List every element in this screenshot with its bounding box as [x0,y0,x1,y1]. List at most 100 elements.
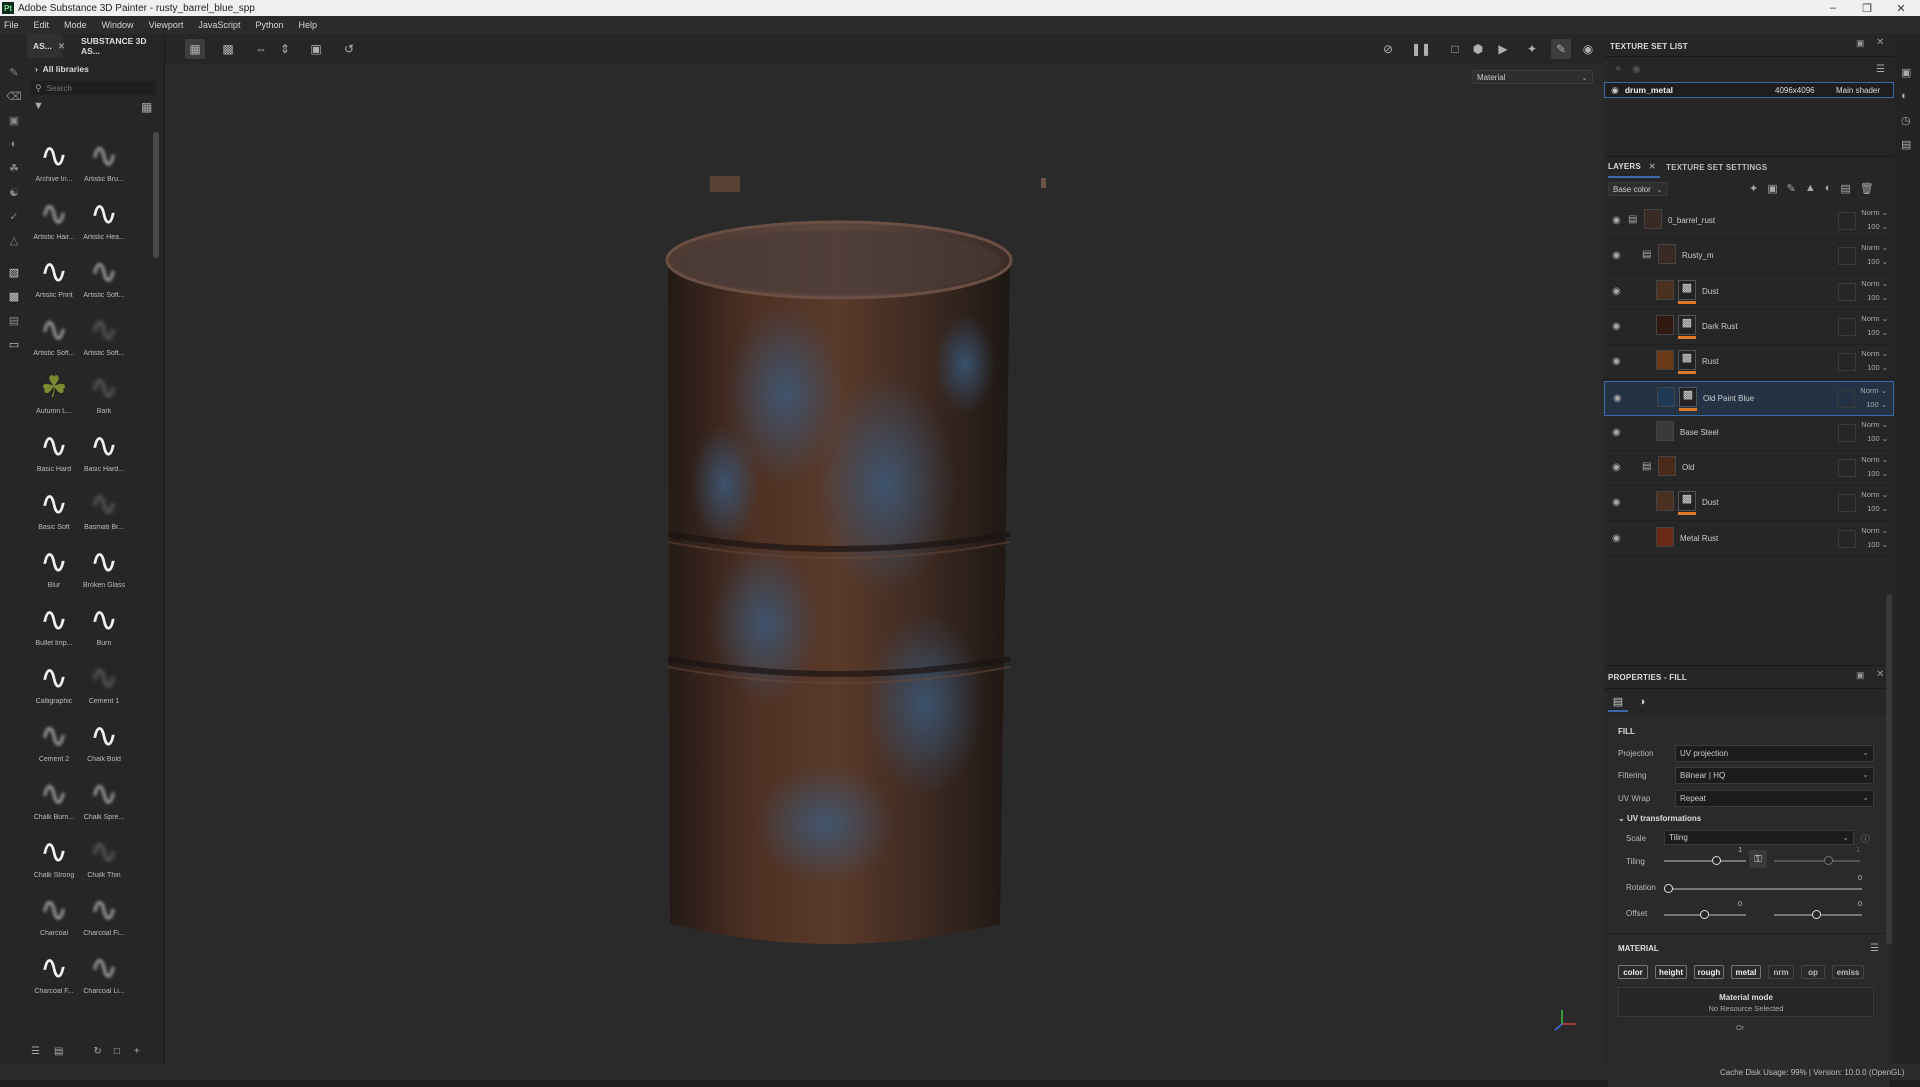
hide-icon[interactable]: ⊘ [1378,39,1398,59]
texture-set-shader[interactable]: Main shader [1836,86,1880,95]
add-mask-icon[interactable]: ▣ [1767,182,1777,195]
layer-visibility-icon[interactable]: ◉ [1612,215,1621,226]
layer-extra-mask-slot[interactable] [1838,317,1856,336]
brush-item[interactable]: ∿ Bullet Imp... [29,600,79,658]
layer-extra-mask-slot[interactable] [1838,529,1856,548]
projection-select[interactable]: UV projection ⌄ [1675,745,1874,762]
assets-icon[interactable]: ▧ [6,264,22,280]
layer-visibility-icon[interactable]: ◉ [1612,533,1621,544]
add-folder-icon[interactable]: ▤ [1840,182,1850,195]
brush-item[interactable]: ∿ Artistic Hea... [79,194,129,252]
texture-set-row[interactable]: ◉ drum_metal 4096x4096 Main shader [1604,82,1894,98]
channel-select[interactable]: Base color ⌄ [1608,182,1668,196]
single-view-icon[interactable]: ▦ [185,39,205,59]
menu-javascript[interactable]: JavaScript [198,20,240,30]
mask-thumbnail-icon[interactable]: ▩ [1678,279,1696,300]
channel-chip-color[interactable]: color [1618,965,1648,979]
brush-item[interactable]: ∿ Artistic Soft... [29,310,79,368]
pause-icon[interactable]: ❚❚ [1411,39,1431,59]
layer-visibility-icon[interactable]: ◉ [1612,250,1621,261]
search-input[interactable]: Search [47,84,72,93]
add-icon[interactable]: + [134,1046,140,1057]
history-rail-icon[interactable]: ◷ [1901,114,1911,127]
tiling-knob-y[interactable] [1824,856,1833,865]
brush-item[interactable]: ∿ Basic Hard... [79,426,129,484]
layer-blend-opacity[interactable]: Norm ⌄ 100 ⌄ [1861,347,1888,375]
close-panel-icon[interactable]: ✕ [1876,37,1884,48]
layer-visibility-icon[interactable]: ◉ [1612,497,1621,508]
brush-item[interactable]: ∿ Artistic Soft... [79,252,129,310]
tiling-knob[interactable] [1712,856,1721,865]
menu-help[interactable]: Help [298,20,317,30]
close-button[interactable]: ✕ [1886,0,1916,16]
offset-knob-x[interactable] [1700,910,1709,919]
symmetry-icon[interactable]: ⇔ [251,39,271,59]
add-paint-layer-icon[interactable]: ✎ [1787,182,1796,195]
brush-item[interactable]: ∿ Broken Glass [79,542,129,600]
float-panel-icon[interactable]: ▣ [1856,38,1865,49]
link-icon[interactable]: ⚭ [1614,64,1622,75]
menu-python[interactable]: Python [255,20,283,30]
shelf-icon[interactable]: ▩ [6,288,22,304]
tab-texture-set-settings[interactable]: TEXTURE SET SETTINGS [1666,156,1767,178]
brush-item[interactable]: ∿ Cement 1 [79,658,129,716]
channel-chip-metal[interactable]: metal [1731,965,1761,979]
brush-item[interactable]: ∿ Calligraphic [29,658,79,716]
brush-item[interactable]: ∿ Basic Soft [29,484,79,542]
brush-item[interactable]: ∿ Artistic Hair... [29,194,79,252]
brush-item[interactable]: ∿ Chalk Bold [79,716,129,774]
layer-extra-mask-slot[interactable] [1838,212,1856,230]
brush-item[interactable]: ∿ Chalk Strong [29,832,79,890]
layer-blend-opacity[interactable]: Norm ⌄ 100 ⌄ [1861,418,1888,446]
texture-set-rail-icon[interactable]: ▣ [1901,66,1911,79]
channel-chip-nrm[interactable]: nrm [1768,965,1794,979]
material-sphere-icon[interactable]: ◑ [1632,692,1652,712]
log-rail-icon[interactable]: ▤ [1901,138,1911,151]
channel-chip-emiss[interactable]: emiss [1832,965,1864,979]
search-field[interactable]: ⚲ Search [31,81,156,95]
camera-mode-icon[interactable]: □ [1445,39,1465,59]
menu-file[interactable]: File [4,20,19,30]
maximize-button[interactable]: ❐ [1852,0,1882,16]
layer-row[interactable]: ◉ ▤ 0_barrel_rust Norm ⌄ 100 ⌄ [1604,204,1894,239]
layer-row[interactable]: ◉ Metal Rust Norm ⌄ 100 ⌄ [1604,522,1894,557]
polygon-fill-icon[interactable]: △ [6,232,22,248]
brush-item[interactable]: ∿ Charcoal [29,890,79,948]
close-properties-icon[interactable]: ✕ [1876,669,1884,680]
brush-item[interactable]: ∿ Archive In... [29,136,79,194]
new-folder-icon[interactable]: □ [114,1046,120,1057]
baking-icon[interactable]: ▤ [6,312,22,328]
brush-item[interactable]: ∿ Charcoal Fi... [79,890,129,948]
cube-icon[interactable]: ⬢ [1468,39,1488,59]
brush-item[interactable]: ∿ Charcoal Li... [79,948,129,1006]
texture-set-menu-icon[interactable]: ☰ [1876,64,1885,75]
texture-set-eye-icon[interactable]: ◉ [1611,85,1619,96]
render-icon[interactable]: ✦ [1522,39,1542,59]
tab-substance-assets[interactable]: SUBSTANCE 3D AS... [77,34,164,58]
paint-brush-icon[interactable]: ✎ [6,64,22,80]
mask-thumbnail-icon[interactable]: ▩ [1678,314,1696,335]
tiling-slider-y[interactable] [1774,860,1860,862]
layer-row[interactable]: ◉ ▤ Rusty_m Norm ⌄ 100 ⌄ [1604,239,1894,275]
layer-row[interactable]: ◉ ▩ Rust Norm ⌄ 100 ⌄ [1604,345,1894,381]
layer-visibility-icon[interactable]: ◉ [1612,462,1621,473]
info-icon[interactable]: ⓘ [1861,832,1870,845]
brush-item[interactable]: ∿ Cement 2 [29,716,79,774]
mask-thumbnail-icon[interactable]: ▩ [1679,386,1697,407]
display-settings-icon[interactable]: ▭ [6,336,22,352]
layers-rail-icon[interactable]: ◐ [1901,90,1908,102]
menu-window[interactable]: Window [102,20,134,30]
layer-row[interactable]: ◉ Base Steel Norm ⌄ 100 ⌄ [1604,416,1894,451]
material-mode-box[interactable]: Material mode No Resource Selected [1618,987,1874,1017]
rotation-slider[interactable] [1664,888,1862,890]
lock-icon[interactable]: ⚿ [1749,850,1767,868]
layer-visibility-icon[interactable]: ◉ [1612,286,1621,297]
layer-blend-opacity[interactable]: Norm ⌄ 100 ⌄ [1861,312,1888,340]
uvwrap-select[interactable]: Repeat ⌄ [1675,790,1874,807]
filter-icon[interactable]: ▼ [33,100,44,112]
frame-icon[interactable]: ▣ [306,39,326,59]
brush-item[interactable]: ∿ Burn [79,600,129,658]
layer-blend-opacity[interactable]: Norm ⌄ 100 ⌄ [1861,524,1888,552]
channel-chip-height[interactable]: height [1655,965,1687,979]
float-properties-icon[interactable]: ▣ [1856,670,1865,681]
